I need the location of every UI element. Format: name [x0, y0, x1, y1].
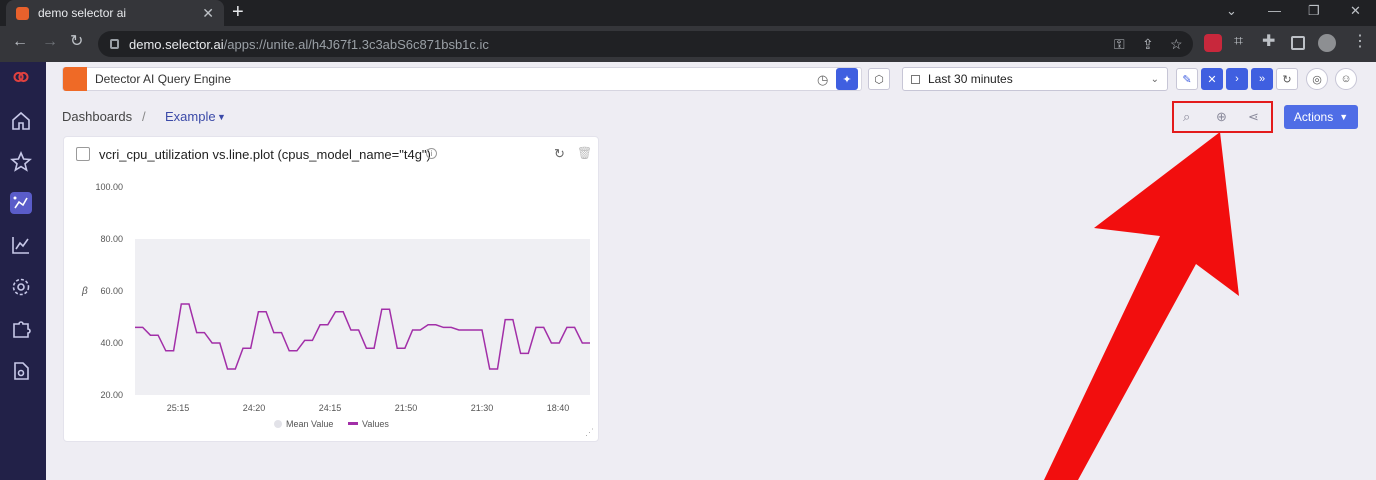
red-arrow-shape: [1044, 132, 1239, 480]
annotation-arrow: [1044, 132, 1239, 480]
